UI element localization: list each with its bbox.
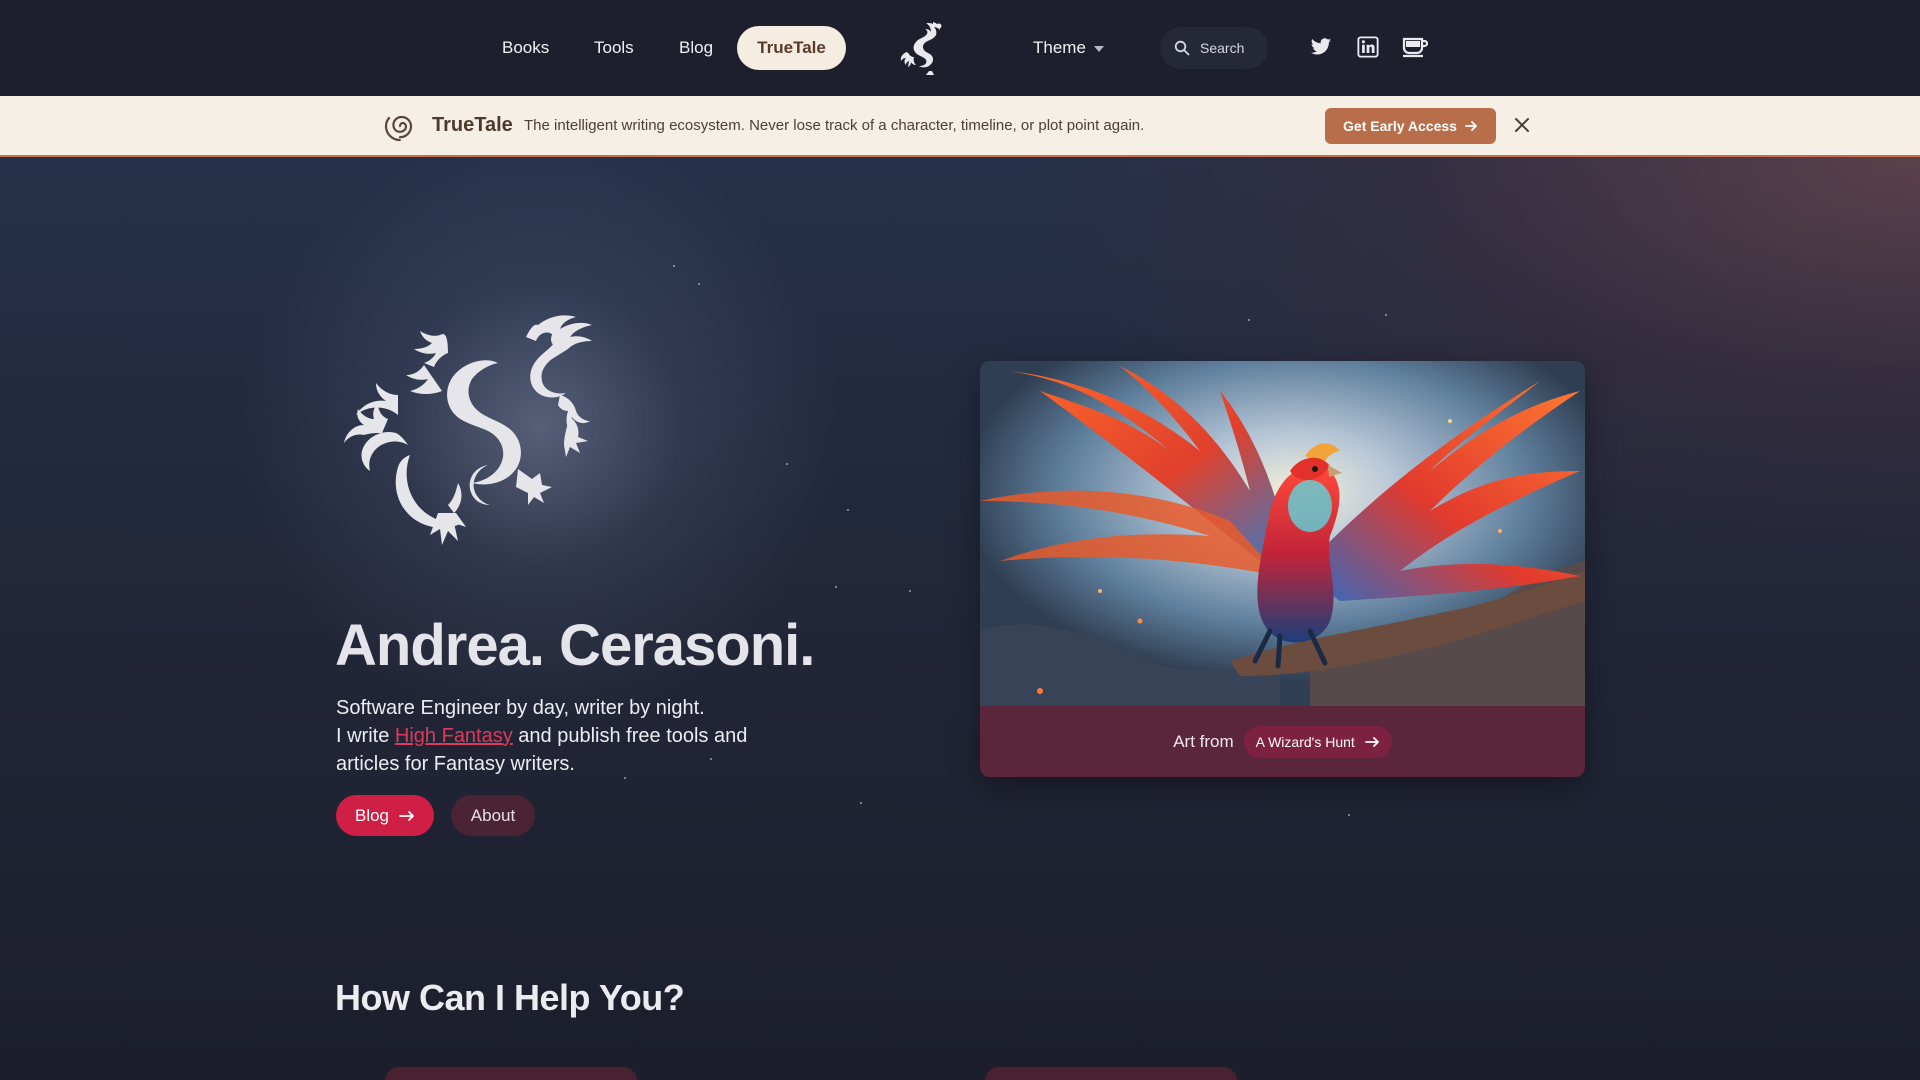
art-caption: Art from A Wizard's Hunt: [980, 706, 1585, 777]
nav-tools[interactable]: Tools: [594, 30, 634, 66]
caret-down-icon: [1093, 45, 1104, 52]
dragon-emblem-icon: [344, 315, 592, 545]
star-decoration: [835, 586, 837, 588]
linkedin-icon[interactable]: [1357, 36, 1379, 58]
art-card: Art from A Wizard's Hunt: [980, 361, 1585, 777]
arrow-right-icon: [1364, 736, 1379, 747]
star-decoration: [1248, 319, 1250, 321]
spiral-logo-icon: [384, 115, 413, 142]
nav-truetale[interactable]: TrueTale: [737, 26, 846, 70]
star-decoration: [1348, 814, 1350, 816]
star-decoration: [786, 463, 788, 465]
hero-title: Andrea. Cerasoni.: [335, 613, 815, 678]
blog-button[interactable]: Blog: [336, 795, 434, 836]
get-early-access-button[interactable]: Get Early Access: [1325, 108, 1496, 144]
top-navigation: Books Tools Blog TrueTale Theme Search: [0, 0, 1920, 96]
twitter-icon[interactable]: [1310, 36, 1332, 58]
star-decoration: [847, 509, 849, 511]
nav-blog[interactable]: Blog: [679, 30, 713, 66]
star-decoration: [860, 802, 862, 804]
service-card[interactable]: [385, 1067, 637, 1080]
hero-intro-prefix: I write: [336, 725, 395, 747]
hero-intro: Software Engineer by day, writer by nigh…: [336, 694, 806, 778]
service-card[interactable]: [985, 1067, 1237, 1080]
section-title: How Can I Help You?: [335, 977, 685, 1018]
hero-section: [0, 157, 1920, 1080]
search-icon: [1174, 40, 1190, 56]
arrow-right-icon: [1465, 121, 1477, 131]
search-button[interactable]: Search: [1160, 27, 1268, 69]
theme-dropdown[interactable]: Theme: [1033, 30, 1104, 66]
blog-button-label: Blog: [354, 805, 390, 825]
about-button[interactable]: About: [451, 795, 535, 836]
banner-brand: TrueTale: [432, 114, 513, 136]
dragon-logo-icon[interactable]: [893, 16, 957, 80]
star-decoration: [909, 590, 911, 592]
theme-label: Theme: [1033, 38, 1086, 57]
phoenix-artwork: [980, 361, 1585, 706]
star-decoration: [673, 265, 675, 267]
star-decoration: [698, 283, 700, 285]
hero-intro-line1: Software Engineer by day, writer by nigh…: [336, 697, 705, 719]
get-early-access-label: Get Early Access: [1343, 118, 1457, 134]
high-fantasy-link[interactable]: High Fantasy: [395, 725, 513, 747]
arrow-right-icon: [399, 810, 414, 821]
coffee-cup-icon[interactable]: [1402, 36, 1428, 58]
art-caption-label: Art from: [1173, 731, 1234, 751]
star-decoration: [1385, 314, 1387, 316]
search-label: Search: [1200, 40, 1245, 56]
nav-books[interactable]: Books: [502, 30, 549, 66]
wizards-hunt-link[interactable]: A Wizard's Hunt: [1243, 725, 1392, 758]
banner-message: The intelligent writing ecosystem. Never…: [524, 117, 1145, 134]
close-icon[interactable]: [1512, 115, 1532, 135]
announcement-banner: TrueTale The intelligent writing ecosyst…: [0, 96, 1920, 157]
wizards-hunt-label: A Wizard's Hunt: [1255, 733, 1355, 750]
